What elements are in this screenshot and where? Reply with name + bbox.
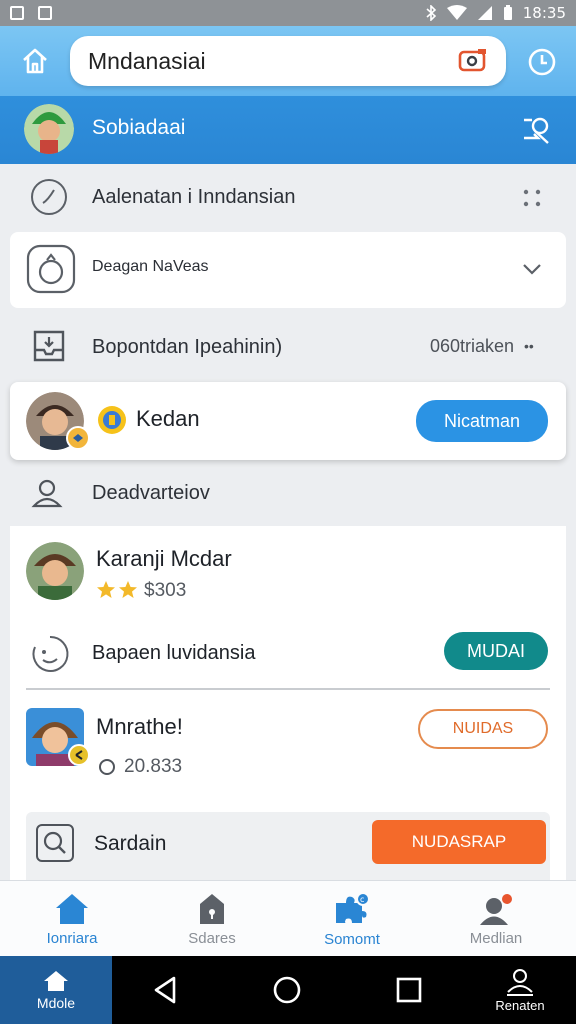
switch-account-icon[interactable] [520, 112, 554, 146]
recents-icon[interactable] [392, 973, 426, 1007]
row-3-label: Bopontdan Ipeahinin) [92, 336, 283, 358]
nav-item-shares[interactable]: Sdares [152, 881, 272, 957]
bluetooth-icon [426, 5, 436, 21]
item-3-value: 20.833 [124, 756, 183, 777]
list-item[interactable]: Bapaen luvidansia MUDAI [10, 626, 566, 688]
feature-name: Kedan [136, 406, 200, 431]
signal-icon [477, 6, 492, 20]
home-circle-icon[interactable] [270, 973, 304, 1007]
item-3-button[interactable]: NUIDAS [418, 709, 548, 749]
menu-row-2[interactable]: Deagan NaVeas [10, 232, 566, 308]
section-label: Deadvarteiov [92, 482, 210, 504]
list-container: Karanji Mcdar $303 Bapaen luvidansia MUD… [10, 526, 566, 880]
coin-icon [98, 406, 126, 434]
item-4-button[interactable]: NUDASRAP [372, 820, 546, 864]
phone-icon [31, 179, 67, 215]
account-button[interactable]: Renaten [484, 966, 556, 1013]
ring-icon [26, 244, 76, 294]
search-input[interactable] [88, 47, 448, 75]
account-icon [507, 969, 533, 996]
menu-row-1[interactable]: Aalenatan i Inndansian [0, 164, 576, 230]
list-item[interactable]: Sardain NUDASRAP [26, 812, 550, 880]
nav-item-medlian[interactable]: Medlian [436, 881, 556, 957]
home-icon [44, 971, 68, 991]
search-icon [36, 824, 74, 862]
status-bar: 18:35 [0, 0, 576, 26]
section-header: Deadvarteiov [0, 462, 576, 526]
user-avatar[interactable] [24, 104, 74, 154]
list-item[interactable]: Karanji Mcdar $303 [10, 526, 566, 626]
notification-icon [10, 6, 24, 20]
item-3-title: Mnrathe! [96, 714, 183, 739]
item-1-price: $303 [144, 580, 187, 601]
home-icon [56, 893, 88, 924]
coin-outline-icon [99, 759, 115, 775]
mode-tab-label: Mdole [36, 995, 76, 1011]
system-nav-bar: Mdole Renaten [0, 956, 576, 1024]
camera-icon[interactable] [458, 48, 488, 74]
history-button[interactable] [524, 44, 560, 80]
home-button[interactable] [18, 44, 52, 78]
nav-label: Somomt [324, 930, 380, 948]
nav-item-somomt[interactable]: c Somomt [292, 881, 412, 957]
feature-card[interactable]: Kedan Nicatman [10, 382, 566, 460]
row-3-value: 060triaken [430, 336, 515, 356]
home-icon [23, 48, 47, 74]
photo-icon [38, 6, 52, 20]
item-1-avatar [26, 542, 84, 600]
search-box[interactable] [70, 36, 506, 86]
user-icon [31, 479, 63, 508]
battery-icon [503, 5, 512, 20]
item-2-button[interactable]: MUDAI [444, 632, 548, 670]
user-name: Sobiadaai [92, 116, 186, 139]
nav-item-home[interactable]: Ionriara [12, 881, 132, 957]
nav-label: Sdares [188, 929, 236, 947]
more-icon[interactable] [522, 188, 542, 208]
item-1-title: Karanji Mcdar [96, 546, 232, 571]
row-1-label: Aalenatan i Inndansian [92, 186, 296, 208]
lock-icon [200, 893, 224, 924]
status-time: 18:35 [522, 4, 566, 22]
nav-label: Ionriara [46, 929, 98, 947]
chevron-down-icon[interactable] [522, 262, 542, 276]
account-label: Renaten [495, 998, 545, 1013]
badge-icon [68, 744, 90, 766]
back-icon[interactable] [148, 973, 182, 1007]
clock-icon [528, 48, 556, 76]
list-item[interactable]: Mnrathe! 20.833 NUIDAS [10, 694, 566, 804]
wifi-icon [446, 5, 467, 20]
top-bar [0, 26, 576, 96]
menu-row-3[interactable]: Bopontdan Ipeahinin) 060triaken •• [0, 312, 576, 380]
mode-tab[interactable]: Mdole [0, 956, 112, 1024]
row-2-label: Deagan NaVeas [92, 258, 209, 275]
item-2-title: Bapaen luvidansia [92, 642, 256, 664]
bottom-nav: Ionriara Sdares c Somomt Medlian [0, 880, 576, 956]
person-icon [480, 893, 512, 925]
star-icon [97, 581, 137, 598]
item-4-title: Sardain [94, 832, 167, 855]
archive-icon [33, 330, 65, 362]
divider [26, 688, 550, 690]
row-3-dots: •• [524, 338, 534, 354]
feature-action-button[interactable]: Nicatman [416, 400, 548, 442]
nav-label: Medlian [469, 929, 523, 947]
puzzle-icon: c [336, 891, 370, 923]
user-bar[interactable]: Sobiadaai [0, 96, 576, 164]
svg-text:c: c [360, 895, 364, 904]
badge-icon [66, 426, 90, 450]
smiley-icon [32, 635, 69, 672]
